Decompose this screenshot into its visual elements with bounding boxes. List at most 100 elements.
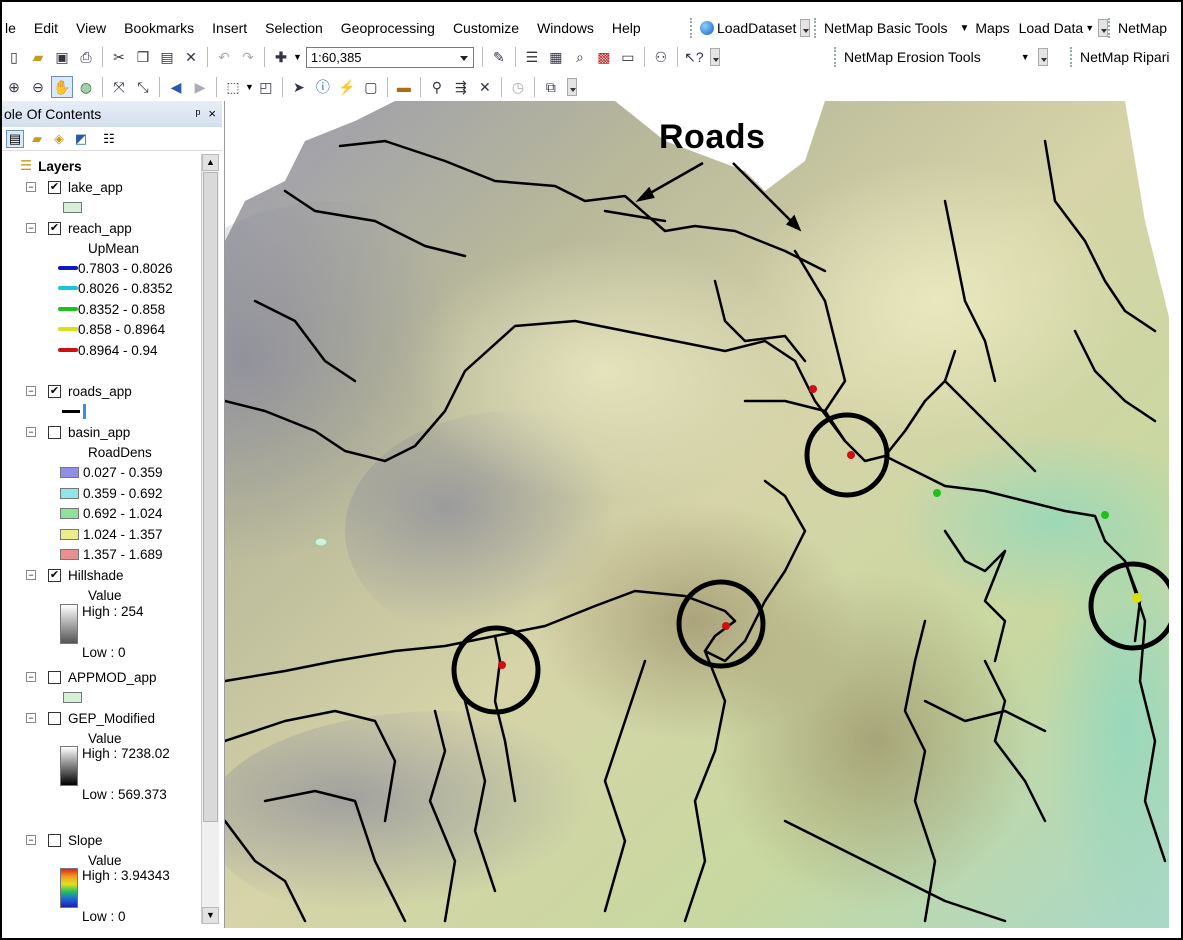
layer-visibility-checkbox[interactable] — [48, 670, 61, 684]
layer-lake-app[interactable]: − ✔ lake_app — [2, 177, 123, 197]
search-window-icon[interactable]: ⌕ — [569, 46, 591, 68]
go-back-icon[interactable]: ◀ — [165, 76, 187, 98]
layer-visibility-checkbox[interactable]: ✔ — [48, 221, 61, 235]
netmap-basic-tools-menu[interactable]: NetMap Basic Tools — [824, 20, 947, 36]
scroll-down-icon[interactable]: ▼ — [202, 907, 219, 924]
create-viewer-window-icon[interactable]: ⧉ — [540, 76, 562, 98]
maps-menu[interactable]: Maps — [975, 20, 1009, 36]
collapse-icon[interactable]: − — [26, 570, 36, 580]
time-slider-icon[interactable]: ◷ — [507, 76, 529, 98]
collapse-icon[interactable]: − — [26, 713, 36, 723]
scroll-up-icon[interactable]: ▲ — [202, 154, 219, 171]
undo-icon[interactable]: ↶ — [213, 46, 235, 68]
find-route-icon[interactable]: ⇶ — [450, 76, 472, 98]
menu-geoprocessing[interactable]: Geoprocessing — [332, 20, 444, 36]
pan-icon[interactable]: ✋ — [51, 76, 73, 98]
clear-selection-icon[interactable]: ◰ — [255, 76, 277, 98]
netmap-menu[interactable]: NetMap — [1118, 20, 1167, 36]
toolbar-grip[interactable] — [814, 18, 820, 38]
toolbar-options-dropdown[interactable] — [1098, 19, 1109, 37]
menu-selection[interactable]: Selection — [256, 20, 332, 36]
full-extent-icon[interactable]: ◍ — [75, 76, 97, 98]
layers-root[interactable]: ☰ Layers — [2, 156, 82, 176]
pin-icon[interactable]: ᵖ — [195, 106, 200, 121]
toolbar-options-dropdown[interactable] — [800, 19, 811, 37]
open-folder-icon[interactable]: ▰ — [27, 46, 49, 68]
toolbar-options-dropdown[interactable] — [1037, 48, 1048, 66]
go-to-xy-icon[interactable]: ✕ — [474, 76, 496, 98]
layer-basin-app[interactable]: − basin_app — [2, 422, 130, 442]
redo-icon[interactable]: ↷ — [237, 46, 259, 68]
layer-visibility-checkbox[interactable]: ✔ — [48, 180, 61, 194]
collapse-icon[interactable]: − — [26, 223, 36, 233]
identify-icon[interactable]: ⓘ — [312, 76, 334, 98]
layer-hillshade[interactable]: − ✔ Hillshade — [2, 565, 124, 585]
layer-roads-app[interactable]: − ✔ roads_app — [2, 381, 132, 401]
menu-windows[interactable]: Windows — [528, 20, 603, 36]
list-by-drawing-order-icon[interactable]: ▤ — [6, 129, 24, 148]
find-icon[interactable]: ⚲ — [426, 76, 448, 98]
list-by-source-icon[interactable]: ▰ — [28, 130, 46, 148]
map-display[interactable]: Roads — [224, 101, 1169, 928]
python-window-icon[interactable]: ▭ — [617, 46, 639, 68]
copy-icon[interactable]: ❐ — [132, 46, 154, 68]
toc-scrollbar[interactable]: ▲ ▼ — [201, 154, 219, 924]
toolbar-grip[interactable] — [1108, 18, 1114, 38]
layer-slope[interactable]: − Slope — [2, 830, 103, 850]
layer-visibility-checkbox[interactable] — [48, 833, 61, 847]
select-features-icon[interactable]: ⬚ — [222, 76, 244, 98]
menu-insert[interactable]: Insert — [203, 20, 256, 36]
toolbar-options-dropdown[interactable] — [566, 78, 577, 96]
fixed-zoom-out-icon[interactable]: ⤡ — [132, 76, 154, 98]
collapse-icon[interactable]: − — [26, 427, 36, 437]
table-of-contents-icon[interactable]: ☰ — [521, 46, 543, 68]
chevron-down-icon[interactable]: ▼ — [1085, 23, 1094, 33]
go-forward-icon[interactable]: ▶ — [189, 76, 211, 98]
cut-icon[interactable]: ✂ — [108, 46, 130, 68]
toolbar-options-dropdown[interactable] — [709, 48, 720, 66]
chevron-down-icon[interactable]: ▼ — [959, 23, 969, 34]
menu-view[interactable]: View — [67, 20, 115, 36]
netmap-riparian-menu[interactable]: NetMap Ripari — [1080, 49, 1169, 65]
layer-appmod-app[interactable]: − APPMOD_app — [2, 667, 157, 687]
menu-bookmarks[interactable]: Bookmarks — [115, 20, 203, 36]
load-data-menu[interactable]: Load Data — [1019, 20, 1084, 36]
toolbar-grip[interactable] — [690, 18, 696, 38]
editor-toolbar-icon[interactable]: ✎ — [488, 46, 510, 68]
collapse-icon[interactable]: − — [26, 386, 36, 396]
layer-visibility-checkbox[interactable]: ✔ — [48, 384, 61, 398]
menu-help[interactable]: Help — [603, 20, 650, 36]
print-icon[interactable]: ⎙ — [75, 46, 97, 68]
chevron-down-icon[interactable]: ▼ — [293, 52, 302, 62]
fixed-zoom-in-icon[interactable]: ⤧ — [108, 76, 130, 98]
menu-edit[interactable]: Edit — [25, 20, 67, 36]
hyperlink-icon[interactable]: ⚡ — [336, 76, 358, 98]
html-popup-icon[interactable]: ▢ — [360, 76, 382, 98]
load-dataset-button[interactable]: LoadDataset — [717, 20, 796, 36]
layer-visibility-checkbox[interactable] — [48, 425, 61, 439]
layer-visibility-checkbox[interactable]: ✔ — [48, 568, 61, 582]
measure-icon[interactable]: ▬ — [393, 76, 415, 98]
menu-customize[interactable]: Customize — [444, 20, 528, 36]
delete-icon[interactable]: ✕ — [180, 46, 202, 68]
toolbar-grip[interactable] — [834, 47, 840, 67]
layer-visibility-checkbox[interactable] — [48, 711, 61, 725]
toolbar-grip[interactable] — [1070, 47, 1076, 67]
menu-file[interactable]: le — [2, 20, 25, 36]
save-icon[interactable]: ▣ — [51, 46, 73, 68]
list-by-visibility-icon[interactable]: ◈ — [50, 130, 68, 148]
model-builder-icon[interactable]: ⚇ — [650, 46, 672, 68]
collapse-icon[interactable]: − — [26, 182, 36, 192]
chevron-down-icon[interactable]: ▼ — [245, 82, 254, 92]
zoom-out-icon[interactable]: ⊖ — [27, 76, 49, 98]
chevron-down-icon[interactable]: ▼ — [1021, 52, 1030, 62]
list-by-selection-icon[interactable]: ◩ — [72, 130, 90, 148]
netmap-erosion-tools-menu[interactable]: NetMap Erosion Tools — [844, 49, 981, 65]
arctoolbox-icon[interactable]: ▩ — [593, 46, 615, 68]
zoom-in-icon[interactable]: ⊕ — [3, 76, 25, 98]
collapse-icon[interactable]: − — [26, 835, 36, 845]
layer-reach-app[interactable]: − ✔ reach_app — [2, 218, 132, 238]
whats-this-help-icon[interactable]: ↖? — [683, 46, 705, 68]
toc-options-icon[interactable]: ☷ — [100, 130, 118, 148]
map-scale-combobox[interactable]: 1:60,385 — [305, 46, 474, 68]
